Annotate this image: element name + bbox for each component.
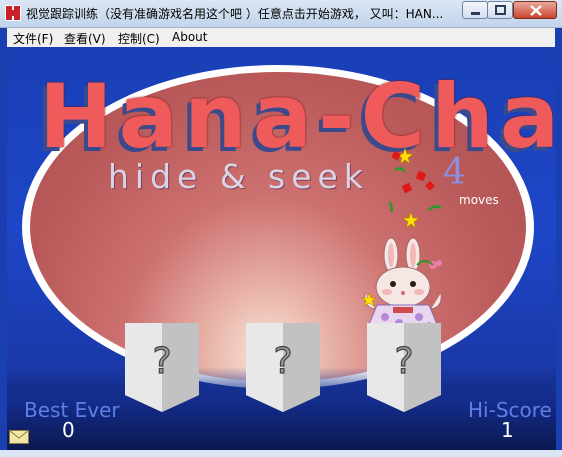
menu-file[interactable]: 文件(F)	[13, 30, 53, 47]
menu-about[interactable]: About	[172, 30, 207, 44]
minimize-icon	[471, 12, 480, 15]
menu-view[interactable]: 查看(V)	[64, 30, 106, 47]
close-icon	[530, 5, 542, 16]
maximize-button[interactable]	[487, 1, 513, 19]
card-question-mark: ?	[394, 341, 413, 382]
close-button[interactable]	[513, 1, 557, 19]
menu-control[interactable]: 控制(C)	[118, 30, 160, 47]
maximize-icon	[495, 5, 506, 15]
logo-subtitle: hide & seek	[108, 157, 369, 196]
bunny-character	[361, 237, 442, 329]
hi-score-value: 1	[501, 418, 514, 442]
app-icon	[5, 5, 21, 21]
menu-bar: 文件(F) 查看(V) 控制(C) About	[7, 28, 555, 47]
title-bar: 视觉跟踪训练（没有准确游戏名用这个吧 ）任意点击开始游戏， 又叫：HAN...	[0, 0, 562, 28]
mystery-card-1[interactable]: ?	[125, 323, 199, 412]
minimize-button[interactable]	[462, 1, 488, 19]
window-title: 视觉跟踪训练（没有准确游戏名用这个吧 ）任意点击开始游戏， 又叫：HAN...	[26, 7, 444, 21]
mystery-card-3[interactable]: ?	[367, 323, 441, 412]
card-question-mark: ?	[273, 341, 292, 382]
card-question-mark: ?	[152, 341, 171, 382]
window-bottom-border	[0, 450, 562, 457]
mystery-card-2[interactable]: ?	[246, 323, 320, 412]
best-ever-value: 0	[62, 418, 75, 442]
logo-title: Hana-Cha	[39, 65, 556, 168]
moves-label: moves	[459, 193, 499, 207]
mail-icon[interactable]	[9, 430, 29, 444]
game-area[interactable]: Hana-Cha hide & seek 4 moves ? ? ? Best …	[7, 47, 556, 450]
confetti-icon	[388, 147, 442, 229]
